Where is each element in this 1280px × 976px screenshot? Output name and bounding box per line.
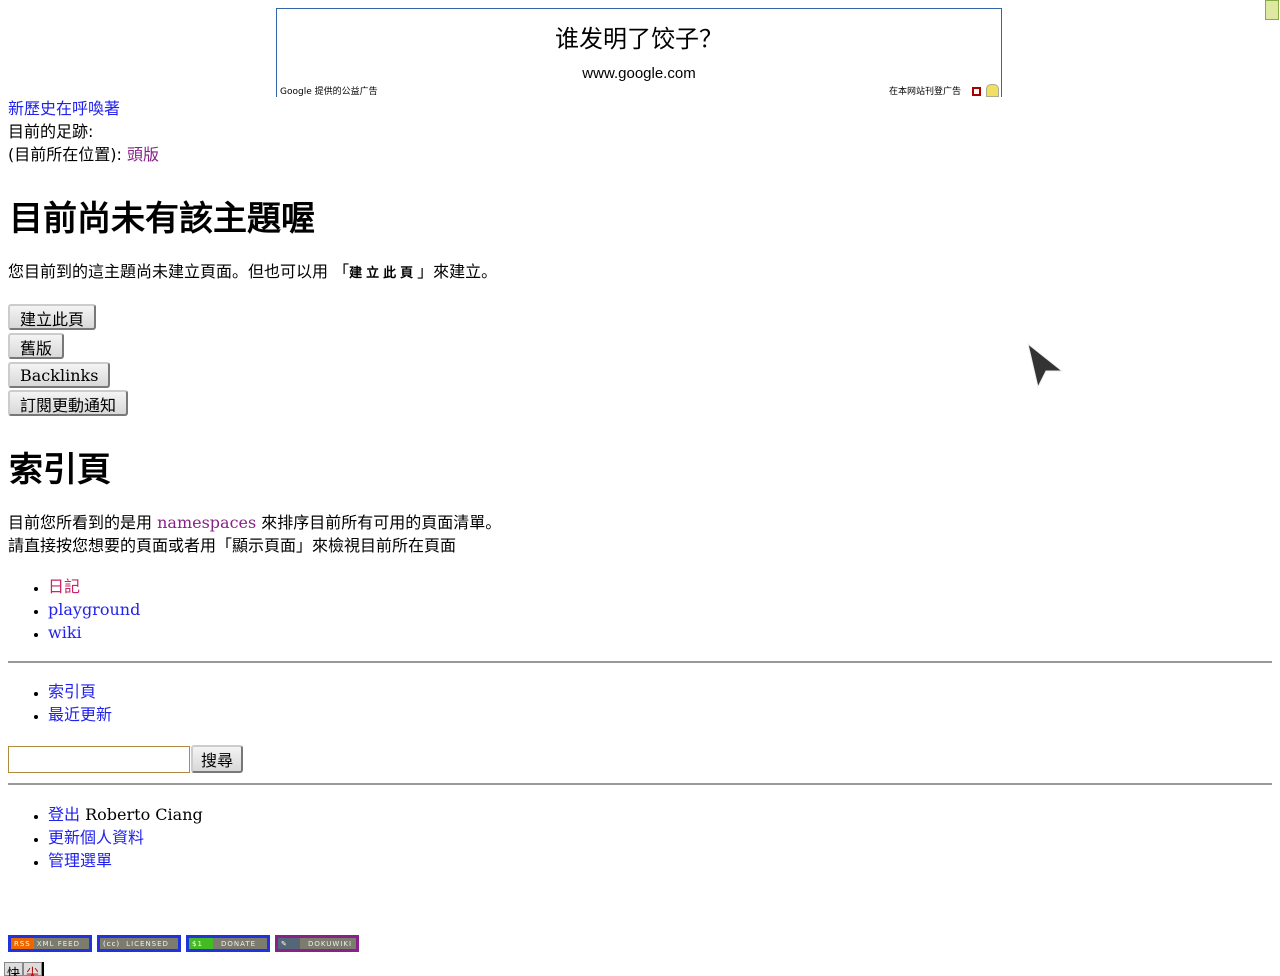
admin-link[interactable]: 管理選單 bbox=[48, 851, 112, 870]
donate-badge[interactable]: $1 DONATE bbox=[186, 935, 270, 952]
location-breadcrumb: (目前所在位置): 頭版 bbox=[8, 143, 159, 166]
dokuwiki-badge[interactable]: ✎ DOKUWIKI bbox=[275, 935, 359, 952]
notice-after: 」來建立。 bbox=[417, 262, 498, 281]
index-text-1: 目前您所看到的是用 namespaces 來排序目前所有可用的頁面清單。 bbox=[8, 511, 501, 534]
search-input[interactable] bbox=[8, 746, 190, 773]
ad-lock-icon bbox=[986, 84, 999, 97]
subscribe-button[interactable]: 訂閱更動通知 bbox=[8, 390, 129, 416]
old-revisions-button[interactable]: 舊版 bbox=[8, 333, 65, 359]
create-page-button[interactable]: 建立此頁 bbox=[8, 304, 97, 330]
badge-right: LICENSED bbox=[126, 939, 169, 948]
ad-window-icon[interactable] bbox=[972, 87, 981, 96]
license-badge[interactable]: (cc) LICENSED bbox=[97, 935, 181, 952]
trace-label: 目前的足跡: bbox=[8, 122, 94, 141]
ad-url[interactable]: www.google.com bbox=[277, 65, 1001, 82]
recent-changes-link[interactable]: 最近更新 bbox=[48, 705, 112, 724]
divider bbox=[8, 783, 1272, 785]
notice-button-ref: 建立此頁 bbox=[349, 266, 418, 281]
ad-source-label[interactable]: Google 提供的公益广告 bbox=[280, 84, 378, 97]
mouse-cursor-icon bbox=[1027, 343, 1064, 389]
search-button[interactable]: 搜尋 bbox=[191, 745, 244, 773]
namespace-link-diary[interactable]: 日記 bbox=[48, 577, 80, 596]
user-name: Roberto Ciang bbox=[85, 805, 203, 824]
location-label: (目前所在位置): bbox=[8, 145, 122, 164]
divider bbox=[8, 661, 1272, 663]
dokuwiki-icon: ✎ bbox=[278, 938, 300, 949]
namespace-link-wiki[interactable]: wiki bbox=[48, 623, 82, 642]
logout-link[interactable]: 登出 bbox=[48, 805, 80, 824]
profile-link[interactable]: 更新個人資料 bbox=[48, 828, 144, 847]
breadcrumb-home-link[interactable]: 頭版 bbox=[127, 145, 159, 164]
badge-right: DONATE bbox=[221, 939, 257, 948]
ad-question[interactable]: 谁发明了饺子？ bbox=[277, 19, 1001, 54]
notice-text: 您目前到的這主題尚未建立頁面。但也可以用 「建立此頁」來建立。 bbox=[8, 260, 497, 285]
ad-banner[interactable]: 谁发明了饺子？ www.google.com Google 提供的公益广告 在本… bbox=[276, 8, 1002, 97]
namespace-list: 日記 playground wiki bbox=[0, 575, 140, 644]
index-text-2: 請直接按您想要的頁面或者用「顯示頁面」來檢視目前所在頁面 bbox=[8, 536, 457, 555]
ad-advertise-link[interactable]: 在本网站刊登广告 bbox=[889, 84, 961, 97]
index-text-after: 來排序目前所有可用的頁面清單。 bbox=[256, 513, 502, 532]
badge-right: DOKUWIKI bbox=[308, 939, 353, 948]
badge-right: XML FEED bbox=[36, 939, 80, 948]
index-link[interactable]: 索引頁 bbox=[48, 682, 96, 701]
namespaces-link[interactable]: namespaces bbox=[157, 513, 256, 532]
rss-badge[interactable]: RSS XML FEED bbox=[8, 935, 92, 952]
badge-left: RSS bbox=[11, 938, 34, 949]
footer-links: 索引頁 最近更新 bbox=[0, 680, 112, 726]
backlinks-button[interactable]: Backlinks bbox=[8, 362, 111, 388]
cc-icon: (cc) bbox=[103, 939, 121, 948]
sidebar-toggle-icon[interactable] bbox=[1265, 0, 1279, 20]
index-heading: 索引頁 bbox=[9, 450, 111, 490]
page-title: 目前尚未有該主題喔 bbox=[9, 199, 315, 239]
site-title-link[interactable]: 新歷史在呼喚著 bbox=[8, 97, 120, 120]
user-links: 登出 Roberto Ciang 更新個人資料 管理選單 bbox=[0, 803, 203, 872]
badge-left: $1 bbox=[189, 938, 213, 949]
index-text-before: 目前您所看到的是用 bbox=[8, 513, 158, 532]
notice-before: 您目前到的這主題尚未建立頁面。但也可以用 「 bbox=[8, 262, 350, 281]
namespace-link-playground[interactable]: playground bbox=[48, 600, 140, 619]
